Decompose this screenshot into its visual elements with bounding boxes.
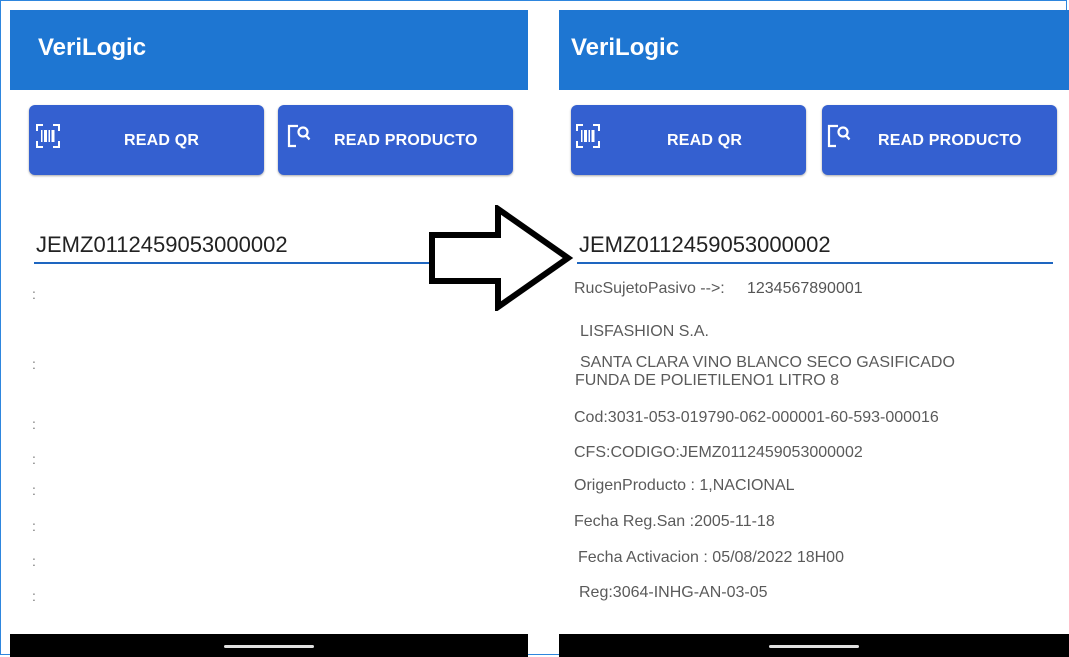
app-title: VeriLogic [38, 34, 147, 61]
screen-before: VeriLogic READ QR READ PRODUCTO : : : : … [10, 10, 528, 657]
right-arrow-icon [429, 205, 574, 311]
read-producto-button[interactable]: READ PRODUCTO [822, 105, 1057, 175]
field-separator: : [32, 518, 36, 534]
company-name: LISFASHION S.A. [580, 323, 709, 340]
read-qr-button[interactable]: READ QR [29, 105, 264, 175]
field-separator: : [32, 286, 36, 302]
fecha-reg-san: Fecha Reg.San :2005-11-18 [574, 513, 775, 530]
nav-bar [10, 634, 528, 657]
field-separator: : [32, 482, 36, 498]
read-producto-button[interactable]: READ PRODUCTO [278, 105, 513, 175]
read-producto-label: READ PRODUCTO [334, 132, 478, 149]
barcode-scan-icon [576, 124, 600, 148]
home-handle[interactable] [769, 645, 859, 648]
field-separator: : [32, 416, 36, 432]
read-qr-label: READ QR [124, 132, 200, 149]
read-qr-label: READ QR [667, 132, 743, 149]
ruc-label: RucSujetoPasivo -->: [574, 280, 725, 297]
product-name-line1: SANTA CLARA VINO BLANCO SECO GASIFICADO [580, 354, 955, 371]
nav-bar [559, 634, 1069, 657]
product-name-line2: FUNDA DE POLIETILENO1 LITRO 8 [575, 372, 840, 389]
reg-code: Reg:3064-INHG-AN-03-05 [579, 584, 768, 601]
field-separator: : [32, 356, 36, 372]
screen-after: VeriLogic READ QR READ PRODUCTO RucSujet… [559, 10, 1069, 657]
app-bar: VeriLogic [559, 10, 1069, 90]
code-input[interactable] [577, 228, 1053, 264]
field-separator: : [32, 553, 36, 569]
read-producto-label: READ PRODUCTO [878, 132, 1022, 149]
fecha-activacion: Fecha Activacion : 05/08/2022 18H00 [578, 549, 844, 566]
home-handle[interactable] [224, 645, 314, 648]
app-bar: VeriLogic [10, 10, 528, 90]
origen-producto: OrigenProducto : 1,NACIONAL [574, 477, 795, 494]
product-search-icon [827, 124, 851, 148]
cfs-code: CFS:CODIGO:JEMZ0112459053000002 [574, 444, 863, 461]
read-qr-button[interactable]: READ QR [571, 105, 806, 175]
field-separator: : [32, 451, 36, 467]
barcode-scan-icon [36, 124, 60, 148]
ruc-value: 1234567890001 [746, 280, 863, 297]
product-search-icon [287, 124, 311, 148]
product-cod: Cod:3031-053-019790-062-000001-60-593-00… [574, 409, 939, 426]
field-separator: : [32, 588, 36, 604]
ruc-row: RucSujetoPasivo -->: 1234567890001 [574, 279, 863, 299]
app-title: VeriLogic [571, 34, 680, 61]
